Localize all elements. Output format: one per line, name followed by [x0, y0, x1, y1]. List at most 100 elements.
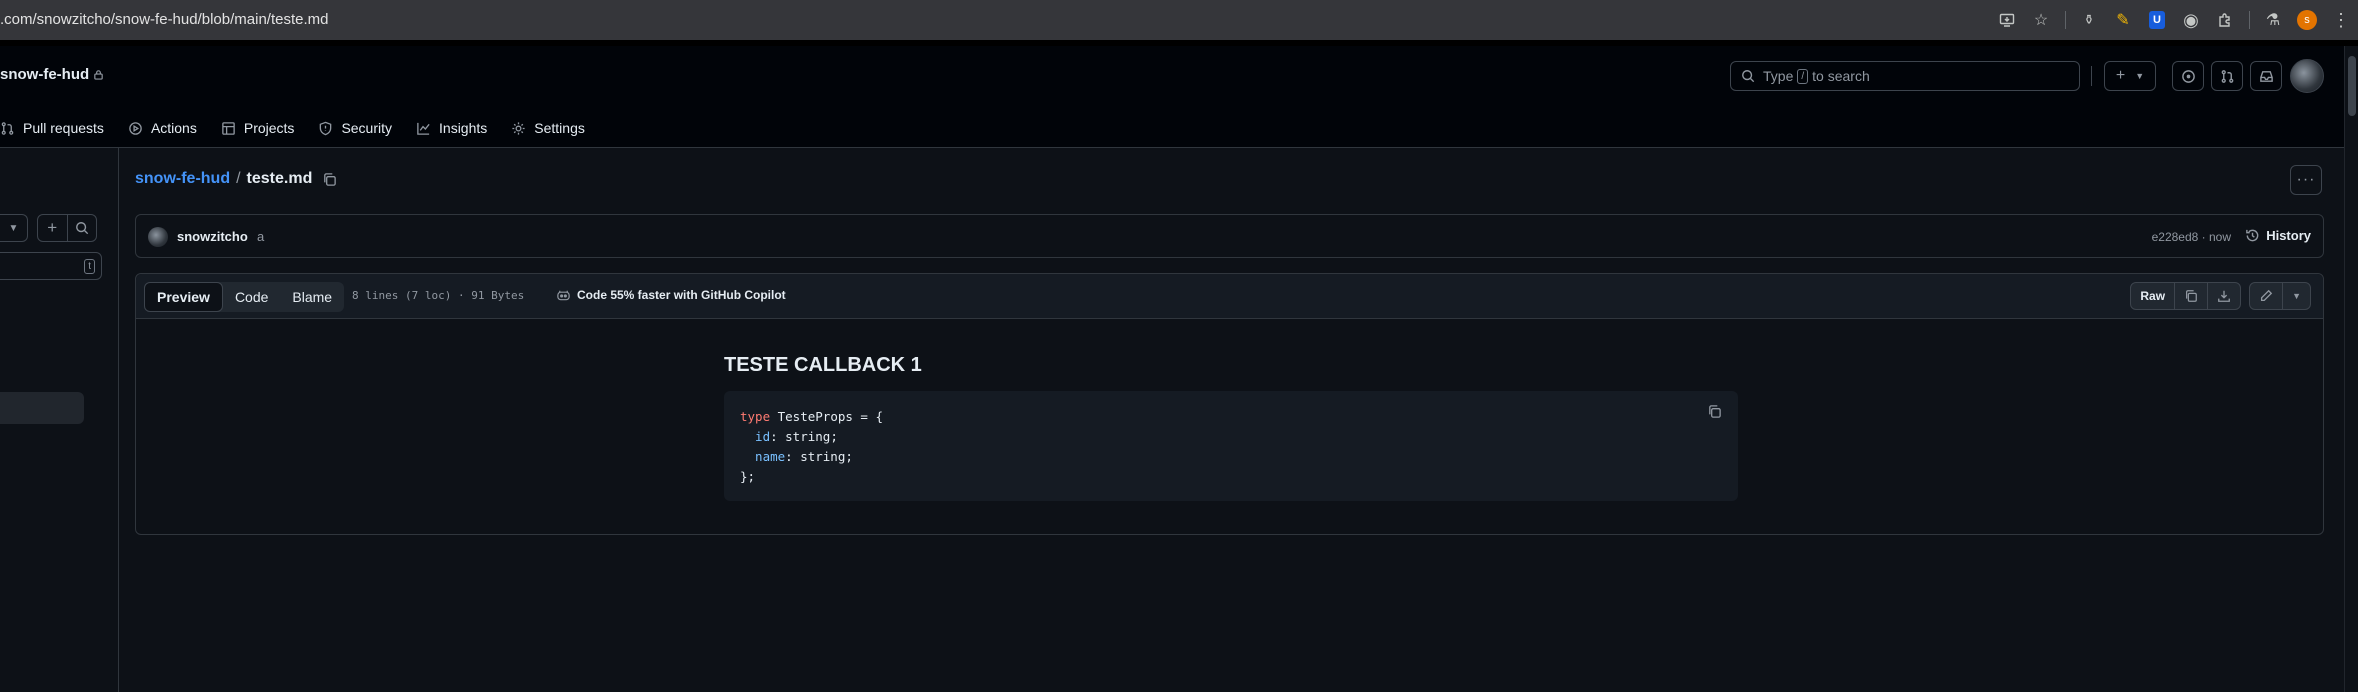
- extensions-puzzle-icon[interactable]: [2208, 0, 2242, 40]
- chevron-down-icon: ▼: [2292, 291, 2301, 301]
- file-tree-sidebar: ▼ + t: [0, 148, 119, 692]
- edit-dropdown-button[interactable]: ▼: [2282, 283, 2310, 309]
- commit-author[interactable]: snowzitcho: [177, 229, 248, 244]
- tab-insights[interactable]: Insights: [404, 112, 499, 144]
- inbox-button[interactable]: [2250, 61, 2282, 91]
- tab-security[interactable]: Security: [306, 112, 404, 144]
- repo-nav-tabs: Pull requests Actions Projects Security Insi…: [0, 112, 597, 144]
- gear-icon: [512, 121, 525, 135]
- profile-avatar[interactable]: s: [2290, 0, 2324, 40]
- pull-request-icon: [2221, 69, 2233, 83]
- repo-title-text[interactable]: snow-fe-hud: [0, 66, 89, 83]
- copy-path-icon[interactable]: [322, 172, 337, 187]
- issue-icon: [2181, 69, 2195, 83]
- code-text: : string;: [785, 449, 853, 464]
- inbox-icon: [2259, 70, 2273, 82]
- install-app-icon[interactable]: [1990, 0, 2024, 40]
- add-file-button[interactable]: +: [38, 215, 68, 241]
- pull-request-icon: [1, 121, 14, 135]
- user-avatar[interactable]: [2290, 59, 2324, 93]
- file-actions: Raw ▼: [2130, 282, 2311, 310]
- copilot-promo-link[interactable]: Code 55% faster with GitHub Copilot: [556, 288, 786, 302]
- commit-message[interactable]: a: [257, 229, 264, 244]
- tree-item-selected[interactable]: [0, 392, 84, 424]
- pencil-icon: [2261, 289, 2273, 302]
- scrollbar-thumb[interactable]: [2348, 56, 2356, 116]
- page-scrollbar[interactable]: [2344, 46, 2358, 692]
- history-button[interactable]: History: [2245, 228, 2311, 243]
- tab-pull-requests[interactable]: Pull requests: [0, 112, 116, 144]
- more-options-button[interactable]: ···: [2290, 165, 2322, 195]
- code-line: id: string;: [740, 429, 838, 444]
- pull-requests-button[interactable]: [2211, 61, 2243, 91]
- code-property: name: [740, 449, 786, 464]
- tab-actions[interactable]: Actions: [116, 112, 209, 144]
- toolbar-divider: [2242, 0, 2256, 40]
- file-viewer: Preview Code Blame 8 lines (7 loc) · 91 …: [135, 273, 2324, 535]
- extension-bug-icon[interactable]: ⚱: [2072, 0, 2106, 40]
- extension-circle-icon[interactable]: ◉: [2174, 0, 2208, 40]
- raw-actions-group: Raw: [2130, 282, 2242, 310]
- table-icon: [222, 121, 235, 135]
- latest-commit-bar: snowzitcho a e228ed8 · now History: [135, 214, 2324, 258]
- search-placeholder: Type: [1763, 68, 1794, 84]
- history-label: History: [2266, 228, 2311, 243]
- commit-author-avatar[interactable]: [148, 227, 168, 247]
- download-icon: [2218, 290, 2230, 302]
- chevron-down-icon: ▼: [2135, 71, 2145, 81]
- breadcrumb-separator: /: [236, 170, 241, 187]
- browser-toolbar: .com/snowzitcho/snow-fe-hud/blob/main/te…: [0, 0, 2358, 40]
- browser-actions: ☆ ⚱ ✎ U ◉ ⚗ s ⋮: [1990, 0, 2358, 40]
- branch-select[interactable]: ▼: [0, 214, 28, 242]
- filter-shortcut-key: t: [84, 259, 95, 274]
- repo-title[interactable]: snow-fe-hud: [0, 66, 104, 83]
- header-divider: [2091, 66, 2092, 86]
- raw-button[interactable]: Raw: [2131, 283, 2174, 309]
- search-placeholder-suffix: to search: [1812, 68, 1870, 84]
- graph-icon: [417, 122, 430, 135]
- edit-actions-group: ▼: [2249, 282, 2311, 310]
- search-shortcut-key: /: [1797, 68, 1809, 84]
- tab-settings[interactable]: Settings: [499, 112, 597, 144]
- bitwarden-icon[interactable]: U: [2140, 0, 2174, 40]
- code-line: type TesteProps = {: [740, 409, 883, 424]
- bookmark-star-icon[interactable]: ☆: [2024, 0, 2058, 40]
- tab-preview[interactable]: Preview: [144, 282, 223, 312]
- search-icon: [75, 222, 88, 235]
- labs-flask-icon[interactable]: ⚗: [2256, 0, 2290, 40]
- commit-sha-time[interactable]: e228ed8 · now: [2152, 230, 2231, 244]
- copy-icon: [2186, 290, 2197, 302]
- lock-icon: [94, 70, 103, 80]
- breadcrumb-repo-link[interactable]: snow-fe-hud: [135, 170, 230, 188]
- tab-projects[interactable]: Projects: [209, 112, 307, 144]
- play-icon: [129, 121, 142, 135]
- tab-blame[interactable]: Blame: [280, 282, 344, 312]
- download-button[interactable]: [2207, 283, 2240, 309]
- kebab-horizontal-icon: ···: [2296, 171, 2316, 188]
- tab-label: Settings: [534, 120, 585, 136]
- tab-label: Security: [341, 120, 393, 136]
- tab-code[interactable]: Code: [223, 282, 280, 312]
- copy-icon: [1708, 404, 1721, 418]
- tab-label: Actions: [150, 120, 197, 136]
- breadcrumb-file: teste.md: [246, 170, 313, 187]
- code-text: TesteProps = {: [770, 409, 883, 424]
- search-input[interactable]: Type / to search: [1730, 61, 2080, 91]
- create-new-button[interactable]: + ▼: [2104, 61, 2156, 91]
- tab-label: Projects: [243, 120, 295, 136]
- github-header: snow-fe-hud Type / to search + ▼ Pull re…: [0, 46, 2344, 148]
- shield-icon: [320, 121, 332, 135]
- copy-code-button[interactable]: [1704, 401, 1724, 421]
- go-to-file-input[interactable]: t: [0, 252, 102, 280]
- browser-menu-icon[interactable]: ⋮: [2324, 0, 2358, 40]
- search-icon: [1742, 70, 1755, 83]
- code-line: name: string;: [740, 449, 853, 464]
- markdown-heading: TESTE CALLBACK 1: [724, 354, 922, 376]
- issues-button[interactable]: [2172, 61, 2204, 91]
- address-bar[interactable]: .com/snowzitcho/snow-fe-hud/blob/main/te…: [0, 11, 328, 28]
- search-files-button[interactable]: [68, 215, 97, 241]
- extension-pen-icon[interactable]: ✎: [2106, 0, 2140, 40]
- breadcrumb: snow-fe-hud / teste.md: [135, 170, 337, 188]
- edit-button[interactable]: [2250, 283, 2282, 309]
- copy-raw-button[interactable]: [2174, 283, 2207, 309]
